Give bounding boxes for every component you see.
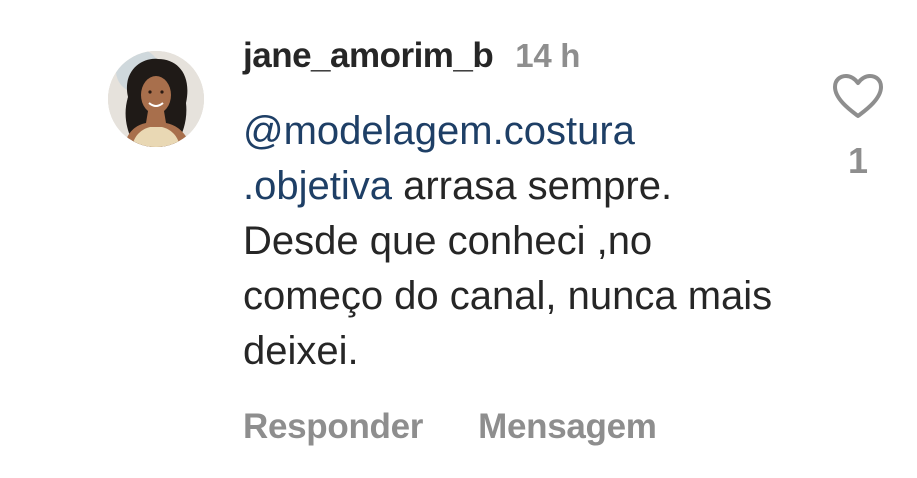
comment-header: jane_amorim_b 14 h <box>243 36 580 86</box>
like-count: 1 <box>847 140 869 181</box>
username-link[interactable]: jane_amorim_b <box>243 36 494 76</box>
comment-item: jane_amorim_b 14 h @modelagem.costura .o… <box>0 0 917 478</box>
avatar-image <box>108 51 204 147</box>
message-button[interactable]: Mensagem <box>478 407 657 447</box>
comment-timestamp: 14 h <box>515 37 581 74</box>
avatar[interactable] <box>108 51 204 147</box>
heart-outline-icon <box>833 74 883 118</box>
comment-text: @modelagem.costura .objetiva arrasa semp… <box>243 104 783 379</box>
like-button[interactable] <box>831 72 885 120</box>
reply-button[interactable]: Responder <box>243 407 423 447</box>
comment-actions: Responder Mensagem <box>243 402 657 452</box>
